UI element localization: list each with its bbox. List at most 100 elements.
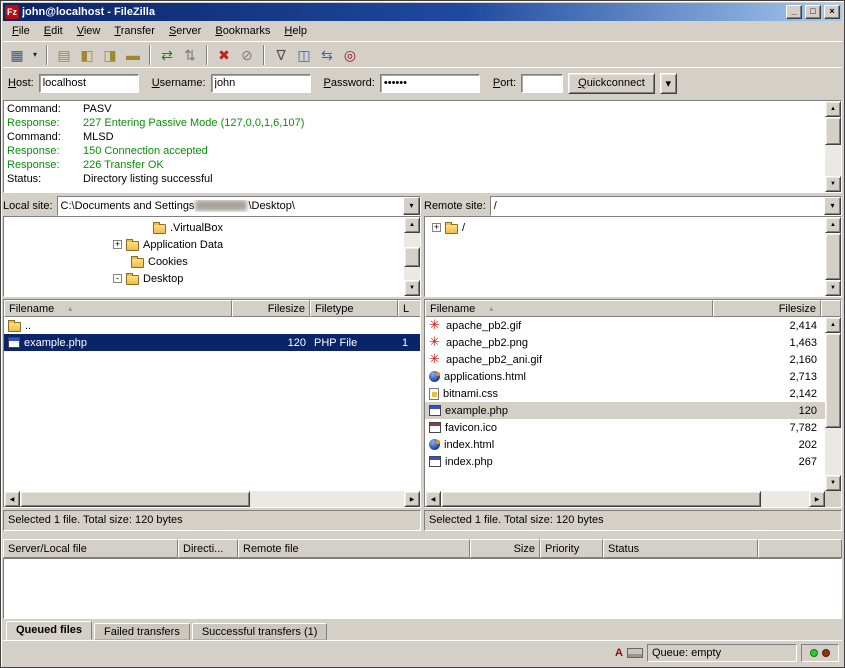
local-tree-scrollbar[interactable]: ▲ ▼: [404, 217, 420, 296]
scroll-track[interactable]: [441, 491, 809, 507]
scroll-down-button[interactable]: ▼: [825, 280, 841, 296]
menu-item-bookmarks[interactable]: Bookmarks: [208, 22, 277, 40]
toggle-transfer-queue-button[interactable]: ▬: [122, 44, 144, 66]
cancel-operation-button[interactable]: ✖: [213, 44, 235, 66]
column-header-filename[interactable]: Filename▴: [4, 300, 232, 317]
disconnect-button[interactable]: ⊘: [236, 44, 258, 66]
local-file-row[interactable]: example.php120PHP File1: [4, 334, 420, 351]
local-site-combo[interactable]: C:\Documents and Settings\Desktop\ ▾: [57, 196, 421, 216]
column-header-directi[interactable]: Directi...: [178, 539, 238, 558]
remote-file-row[interactable]: index.php267: [425, 453, 825, 470]
scroll-track[interactable]: [825, 333, 841, 475]
expand-icon[interactable]: +: [432, 223, 441, 232]
column-header-l[interactable]: L: [398, 300, 421, 317]
scroll-up-button[interactable]: ▲: [404, 217, 420, 233]
column-header-server-local-file[interactable]: Server/Local file: [3, 539, 178, 558]
find-files-button[interactable]: ◎: [339, 44, 361, 66]
remote-tree-item[interactable]: +/: [426, 219, 823, 236]
directory-comparison-button[interactable]: ◫: [293, 44, 315, 66]
local-file-row[interactable]: ..: [4, 317, 420, 334]
scroll-left-button[interactable]: ◀: [425, 491, 441, 507]
local-tree-item[interactable]: +Application Data: [5, 236, 402, 253]
remote-site-dropdown-button[interactable]: ▾: [824, 197, 841, 215]
port-input[interactable]: [521, 74, 563, 93]
scroll-thumb[interactable]: [404, 247, 420, 267]
scroll-right-button[interactable]: ▶: [809, 491, 825, 507]
remote-file-row[interactable]: apache_pb2_ani.gif2,160: [425, 351, 825, 368]
remote-file-row[interactable]: applications.html2,713: [425, 368, 825, 385]
host-input[interactable]: [39, 74, 139, 93]
username-input[interactable]: [211, 74, 311, 93]
local-hscrollbar[interactable]: ◀ ▶: [4, 491, 420, 507]
scroll-thumb[interactable]: [441, 491, 761, 507]
remote-site-combo[interactable]: / ▾: [490, 196, 842, 216]
tab-queued-files[interactable]: Queued files: [6, 621, 92, 640]
log-scroll-up-button[interactable]: ▲: [825, 101, 841, 117]
minimize-button[interactable]: _: [786, 5, 802, 19]
scroll-down-button[interactable]: ▼: [404, 280, 420, 296]
local-tree-item[interactable]: -Desktop: [5, 270, 402, 287]
directory-filter-button[interactable]: ∇: [270, 44, 292, 66]
toggle-remote-tree-button[interactable]: ◨: [99, 44, 121, 66]
remote-file-row[interactable]: bitnami.css2,142: [425, 385, 825, 402]
column-header-filesize[interactable]: Filesize: [232, 300, 310, 317]
scroll-thumb[interactable]: [825, 333, 841, 428]
menu-item-edit[interactable]: Edit: [37, 22, 70, 40]
remote-tree-scrollbar[interactable]: ▲ ▼: [825, 217, 841, 296]
quickconnect-button[interactable]: Quickconnect: [568, 73, 655, 94]
column-header-filesize[interactable]: Filesize: [713, 300, 821, 317]
close-button[interactable]: ×: [824, 5, 840, 19]
scroll-track[interactable]: [404, 233, 420, 280]
scroll-track[interactable]: [20, 491, 404, 507]
remote-file-row[interactable]: apache_pb2.png1,463: [425, 334, 825, 351]
local-tree-item[interactable]: .VirtualBox: [5, 219, 402, 236]
menu-item-view[interactable]: View: [70, 22, 108, 40]
log-scroll-track[interactable]: [825, 117, 841, 176]
remote-file-rows[interactable]: apache_pb2.gif2,414apache_pb2.png1,463ap…: [425, 317, 825, 491]
tab-failed-transfers[interactable]: Failed transfers: [94, 623, 190, 640]
site-manager-button[interactable]: ▦: [6, 44, 28, 66]
process-queue-button[interactable]: ⇅: [179, 44, 201, 66]
scroll-track[interactable]: [825, 233, 841, 280]
refresh-button[interactable]: ⇄: [156, 44, 178, 66]
scroll-up-button[interactable]: ▲: [825, 317, 841, 333]
column-header-status[interactable]: Status: [603, 539, 758, 558]
toggle-local-tree-button[interactable]: ◧: [76, 44, 98, 66]
expand-icon[interactable]: +: [113, 240, 122, 249]
log-scroll-thumb[interactable]: [825, 117, 841, 145]
menu-item-transfer[interactable]: Transfer: [107, 22, 162, 40]
column-header-remote-file[interactable]: Remote file: [238, 539, 470, 558]
log-scroll-down-button[interactable]: ▼: [825, 176, 841, 192]
remote-file-row[interactable]: example.php120: [425, 402, 825, 419]
column-header-filetype[interactable]: Filetype: [310, 300, 398, 317]
remote-file-row[interactable]: apache_pb2.gif2,414: [425, 317, 825, 334]
synchronized-browsing-button[interactable]: ⇆: [316, 44, 338, 66]
password-input[interactable]: [380, 74, 480, 93]
menu-item-file[interactable]: File: [5, 22, 37, 40]
transfer-queue-list[interactable]: [3, 558, 842, 619]
remote-file-scrollbar[interactable]: ▲ ▼: [825, 317, 841, 491]
title-bar[interactable]: Fz john@localhost - FileZilla _ □ ×: [3, 3, 842, 21]
scroll-thumb[interactable]: [20, 491, 250, 507]
quickconnect-dropdown-button[interactable]: ▾: [660, 73, 677, 94]
scroll-down-button[interactable]: ▼: [825, 475, 841, 491]
local-site-dropdown-button[interactable]: ▾: [403, 197, 420, 215]
column-header-priority[interactable]: Priority: [540, 539, 603, 558]
scroll-right-button[interactable]: ▶: [404, 491, 420, 507]
menu-item-help[interactable]: Help: [277, 22, 314, 40]
remote-file-row[interactable]: index.html202: [425, 436, 825, 453]
log-scrollbar[interactable]: ▲ ▼: [825, 101, 841, 192]
toggle-message-log-button[interactable]: ▤: [53, 44, 75, 66]
menu-item-server[interactable]: Server: [162, 22, 208, 40]
remote-file-row[interactable]: favicon.ico7,782: [425, 419, 825, 436]
local-file-rows[interactable]: ..example.php120PHP File1: [4, 317, 420, 491]
scroll-thumb[interactable]: [825, 233, 841, 280]
scroll-left-button[interactable]: ◀: [4, 491, 20, 507]
remote-hscrollbar[interactable]: ◀ ▶: [425, 491, 841, 507]
column-header-size[interactable]: Size: [470, 539, 540, 558]
collapse-icon[interactable]: -: [113, 274, 122, 283]
maximize-button[interactable]: □: [805, 5, 821, 19]
local-tree-item[interactable]: Cookies: [5, 253, 402, 270]
scroll-up-button[interactable]: ▲: [825, 217, 841, 233]
tab-successful-transfers-1[interactable]: Successful transfers (1): [192, 623, 328, 640]
